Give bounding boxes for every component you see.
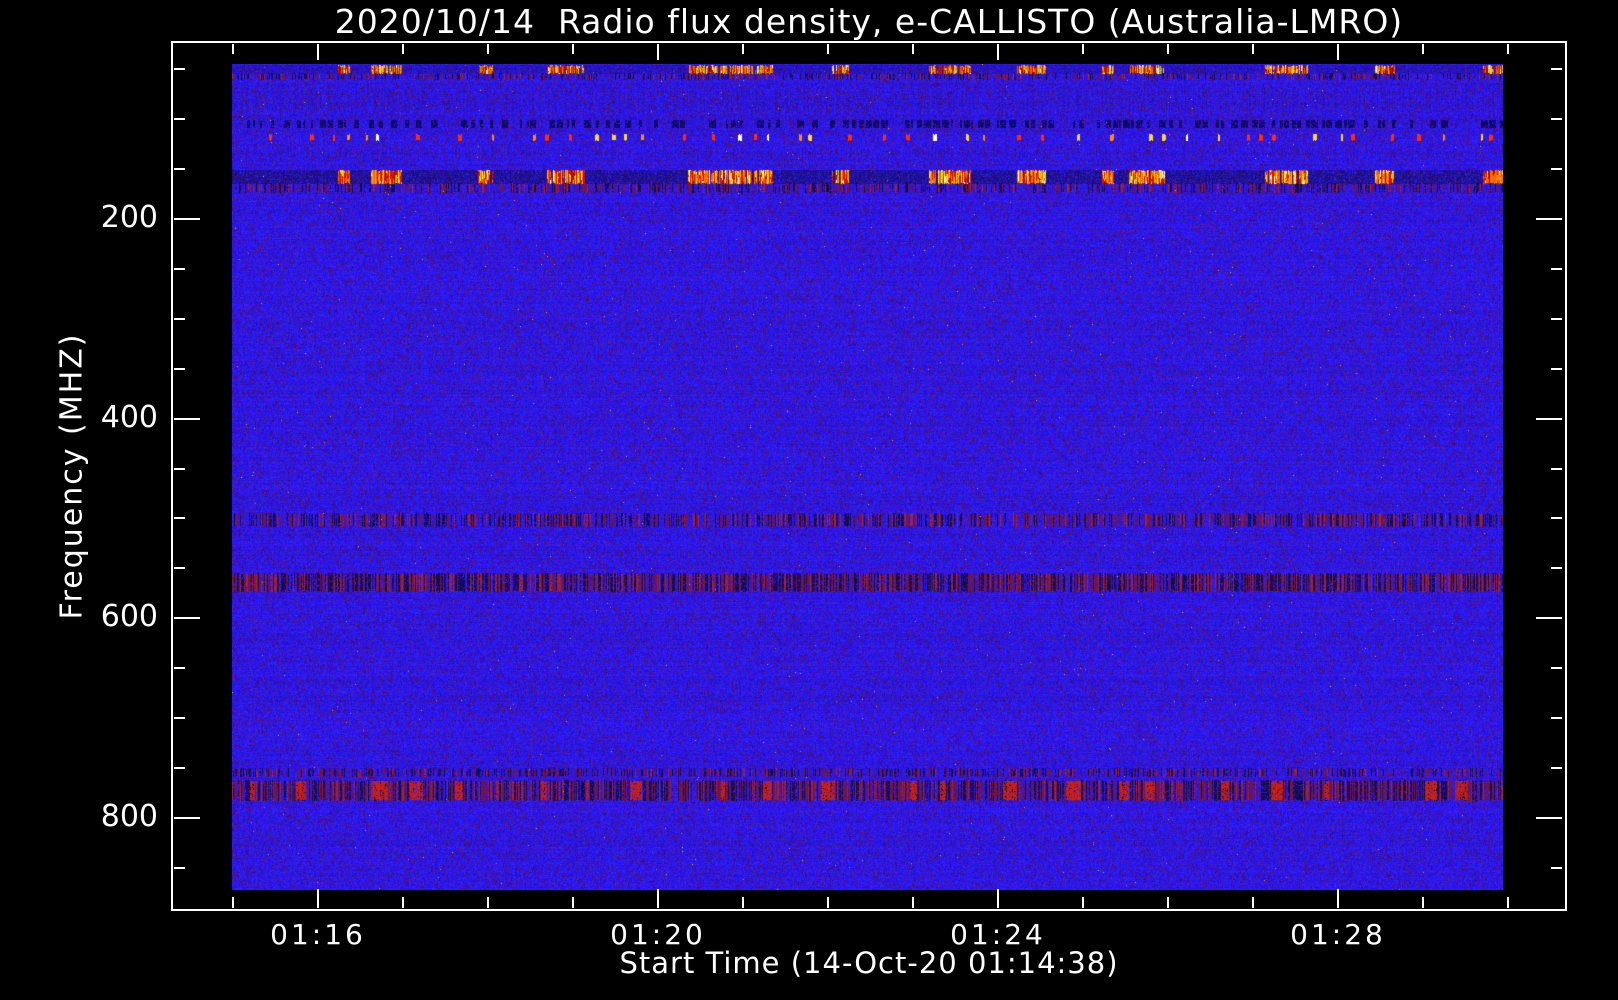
y-axis-label: Frequency (MHZ) bbox=[54, 332, 90, 620]
tick-mark bbox=[1551, 268, 1562, 270]
tick-mark bbox=[174, 168, 185, 170]
tick-mark bbox=[174, 68, 185, 70]
tick-mark bbox=[1252, 44, 1254, 54]
tick-mark bbox=[174, 468, 185, 470]
tick-mark bbox=[572, 44, 574, 54]
tick-mark bbox=[1551, 667, 1562, 669]
tick-mark bbox=[1551, 717, 1562, 719]
spectrogram-page: 2020/10/14 Radio flux density, e-CALLIST… bbox=[0, 0, 1618, 1000]
tick-mark bbox=[1551, 118, 1562, 120]
tick-mark bbox=[174, 867, 185, 869]
tick-mark bbox=[174, 617, 200, 619]
tick-mark bbox=[1252, 897, 1254, 908]
tick-mark bbox=[657, 44, 659, 60]
tick-mark bbox=[402, 44, 404, 54]
tick-mark bbox=[232, 897, 234, 908]
tick-mark bbox=[487, 44, 489, 54]
tick-mark bbox=[827, 44, 829, 54]
tick-mark bbox=[1551, 468, 1562, 470]
tick-mark bbox=[1337, 889, 1339, 908]
tick-mark bbox=[1551, 567, 1562, 569]
tick-mark bbox=[174, 268, 185, 270]
tick-mark bbox=[174, 118, 185, 120]
tick-mark bbox=[232, 44, 234, 54]
tick-mark bbox=[1167, 897, 1169, 908]
tick-mark bbox=[174, 318, 185, 320]
tick-mark bbox=[174, 817, 200, 819]
tick-mark bbox=[572, 897, 574, 908]
tick-mark bbox=[997, 889, 999, 908]
tick-mark bbox=[1082, 897, 1084, 908]
tick-mark bbox=[402, 897, 404, 908]
tick-mark bbox=[1422, 897, 1424, 908]
tick-mark bbox=[174, 767, 185, 769]
tick-mark bbox=[174, 418, 200, 420]
tick-mark bbox=[317, 889, 319, 908]
tick-mark bbox=[912, 897, 914, 908]
tick-mark bbox=[174, 717, 185, 719]
tick-mark bbox=[1551, 318, 1562, 320]
tick-mark bbox=[1082, 44, 1084, 54]
tick-mark bbox=[1551, 168, 1562, 170]
tick-mark bbox=[1337, 44, 1339, 60]
tick-mark bbox=[742, 897, 744, 908]
tick-mark bbox=[1507, 897, 1509, 908]
tick-mark bbox=[1507, 44, 1509, 54]
tick-mark bbox=[827, 897, 829, 908]
tick-mark bbox=[1536, 418, 1562, 420]
y-tick-label: 400 bbox=[100, 399, 158, 435]
y-tick-label: 200 bbox=[100, 200, 158, 235]
tick-mark bbox=[317, 44, 319, 60]
tick-mark bbox=[1551, 767, 1562, 769]
tick-mark bbox=[742, 44, 744, 54]
tick-mark bbox=[1551, 517, 1562, 519]
y-tick-label: 600 bbox=[100, 599, 158, 635]
tick-mark bbox=[912, 44, 914, 54]
tick-mark bbox=[1167, 44, 1169, 54]
tick-mark bbox=[1536, 817, 1562, 819]
tick-mark bbox=[174, 567, 185, 569]
tick-mark bbox=[487, 897, 489, 908]
chart-title: 2020/10/14 Radio flux density, e-CALLIST… bbox=[334, 2, 1404, 41]
tick-mark bbox=[1536, 218, 1562, 220]
tick-mark bbox=[1551, 867, 1562, 869]
tick-mark bbox=[997, 44, 999, 60]
tick-mark bbox=[657, 889, 659, 908]
tick-mark bbox=[1551, 368, 1562, 370]
tick-mark bbox=[174, 218, 200, 220]
tick-mark bbox=[1422, 44, 1424, 54]
tick-mark bbox=[174, 368, 185, 370]
tick-mark bbox=[1551, 68, 1562, 70]
plot-frame bbox=[171, 41, 1567, 911]
tick-mark bbox=[1536, 617, 1562, 619]
x-axis-label: Start Time (14-Oct-20 01:14:38) bbox=[619, 946, 1119, 980]
y-tick-label: 800 bbox=[100, 798, 158, 834]
tick-mark bbox=[174, 667, 185, 669]
tick-mark bbox=[174, 517, 185, 519]
